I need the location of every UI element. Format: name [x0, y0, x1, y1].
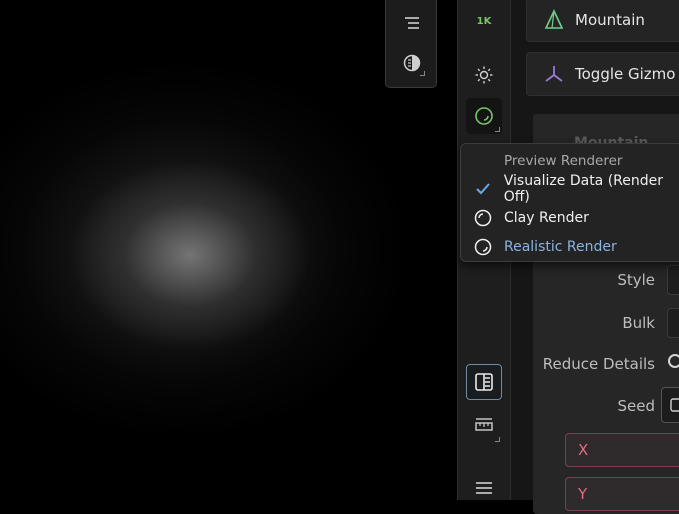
menu-item-label: Clay Render — [504, 210, 589, 226]
clay-sphere-icon — [474, 209, 492, 227]
x-field-label: X — [578, 441, 589, 459]
toggle-gizmo-label: Toggle Gizmo — [575, 65, 676, 83]
mountain-label: Mountain — [575, 11, 645, 29]
bulk-label: Bulk — [622, 314, 655, 332]
list-button[interactable] — [397, 8, 427, 38]
reduce-details-label: Reduce Details — [542, 355, 655, 373]
dice-icon — [670, 398, 679, 412]
measure-button[interactable] — [466, 408, 502, 444]
dropdown-title: Preview Renderer — [504, 153, 623, 169]
menu-item-visualize-data[interactable]: Visualize Data (Render Off) — [461, 173, 679, 205]
sun-icon — [475, 66, 493, 84]
y-field[interactable]: Y — [565, 477, 679, 511]
x-field[interactable]: X — [565, 433, 679, 467]
menu-item-label: Visualize Data (Render Off) — [503, 173, 664, 205]
split-view-button[interactable] — [466, 364, 502, 400]
y-field-label: Y — [578, 485, 588, 503]
realistic-sphere-icon — [474, 238, 492, 256]
submenu-corner-mark — [420, 71, 425, 76]
realistic-sphere-icon — [475, 107, 493, 125]
menu-item-clay-render[interactable]: Clay Render — [461, 204, 679, 232]
preview-renderer-button[interactable] — [466, 98, 502, 134]
mountain-node-button[interactable]: Mountain — [526, 0, 679, 42]
preview-renderer-dropdown: Preview Renderer Visualize Data (Render … — [460, 143, 679, 262]
mountain-icon — [544, 9, 564, 29]
reduce-details-toggle[interactable] — [668, 354, 679, 368]
checkmark-icon — [476, 183, 490, 195]
resolution-button[interactable]: 1K — [466, 3, 502, 39]
submenu-corner-mark — [495, 127, 500, 132]
split-view-icon — [475, 373, 493, 391]
resolution-label: 1K — [476, 15, 492, 27]
gizmo-axes-icon — [545, 66, 563, 82]
toggle-gizmo-button[interactable]: Toggle Gizmo — [526, 52, 679, 96]
ruler-icon — [475, 418, 493, 431]
half-circle-display-icon — [403, 54, 421, 72]
menu-item-realistic-render[interactable]: Realistic Render — [461, 233, 679, 261]
main-menu-button[interactable] — [466, 470, 502, 506]
bulk-slider[interactable] — [667, 308, 679, 338]
menu-icon — [476, 482, 492, 494]
seed-randomize-button[interactable] — [661, 387, 679, 423]
display-mode-button[interactable] — [397, 48, 427, 78]
viewport-toolbar — [385, 0, 437, 88]
style-label: Style — [617, 271, 655, 289]
menu-item-label: Realistic Render — [504, 239, 617, 255]
list-icon — [405, 17, 419, 29]
seed-label: Seed — [617, 397, 656, 415]
style-select[interactable] — [667, 265, 679, 295]
lighting-button[interactable] — [466, 57, 502, 93]
submenu-corner-mark — [495, 437, 500, 442]
